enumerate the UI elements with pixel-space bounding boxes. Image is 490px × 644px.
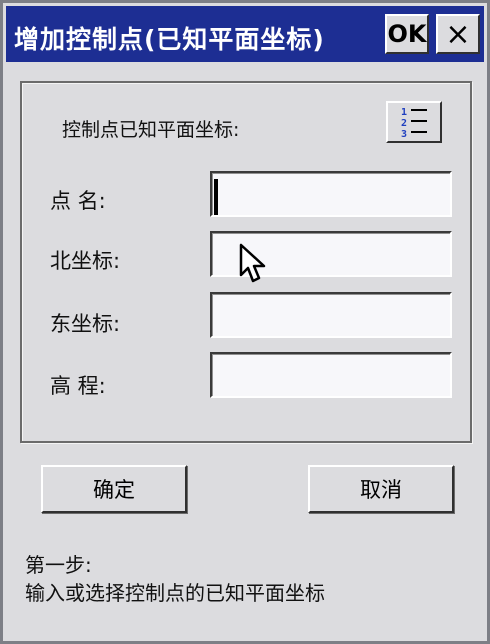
numbered-list-icon: 1 2 3	[401, 107, 427, 140]
titlebar-ok-label: OK	[387, 20, 427, 48]
window-title: 增加控制点(已知平面坐标)	[14, 25, 325, 54]
close-button[interactable]: ×	[436, 14, 480, 54]
select-control-point-button[interactable]: 1 2 3	[386, 101, 442, 143]
step-heading: 第一步:	[25, 553, 92, 577]
point-name-input[interactable]	[210, 171, 452, 217]
cancel-button[interactable]: 取消	[308, 465, 454, 513]
dialog-window: 增加控制点(已知平面坐标) OK × 控制点已知平面坐标: 1 2 3 点 名:…	[0, 0, 490, 644]
step-instruction: 输入或选择控制点的已知平面坐标	[25, 581, 325, 605]
group-label: 控制点已知平面坐标:	[62, 119, 240, 141]
close-icon: ×	[445, 16, 471, 52]
elevation-input[interactable]	[210, 352, 452, 398]
mouse-pointer-icon	[239, 243, 266, 283]
text-caret	[214, 179, 218, 215]
title-bar: 增加控制点(已知平面坐标) OK ×	[6, 6, 484, 62]
easting-input[interactable]	[210, 292, 452, 338]
svg-text:3: 3	[401, 129, 407, 140]
svg-text:1: 1	[401, 107, 407, 118]
easting-label: 东坐标:	[50, 312, 121, 336]
elevation-label: 高 程:	[50, 374, 106, 398]
point-name-label: 点 名:	[50, 189, 106, 213]
titlebar-ok-button[interactable]: OK	[385, 14, 429, 54]
confirm-button[interactable]: 确定	[41, 465, 187, 513]
northing-label: 北坐标:	[50, 249, 121, 273]
svg-text:2: 2	[401, 118, 407, 129]
cancel-label: 取消	[360, 478, 402, 502]
confirm-label: 确定	[93, 478, 135, 502]
